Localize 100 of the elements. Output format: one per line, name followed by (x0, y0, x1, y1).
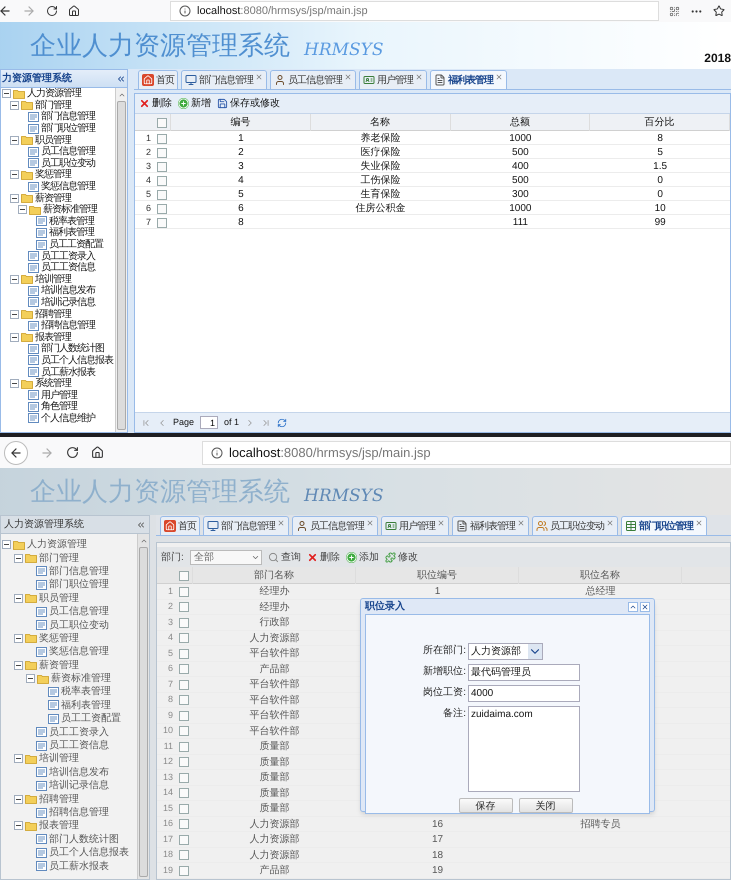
checkbox[interactable] (179, 742, 189, 752)
tree-item[interactable]: 培训记录信息 (41, 296, 95, 308)
tree-item[interactable]: 部门人数统计图 (41, 343, 104, 354)
tree-item[interactable]: 部门职位管理 (49, 579, 109, 590)
tree-item[interactable]: 用户管理 (41, 390, 77, 401)
checkbox[interactable] (179, 695, 189, 705)
checkbox[interactable] (179, 602, 189, 612)
collapse-icon[interactable] (116, 74, 126, 84)
collapse-icon[interactable] (2, 540, 11, 550)
collapse-icon[interactable] (14, 594, 23, 603)
checkbox[interactable] (179, 757, 189, 767)
checkbox[interactable] (179, 648, 189, 658)
tree-item[interactable]: 员工个人信息报表 (41, 354, 113, 366)
collapse-icon[interactable] (10, 310, 19, 319)
tree-item[interactable]: 部门信息管理 (49, 566, 109, 577)
checkbox[interactable] (179, 804, 189, 814)
tree-item[interactable]: 人力资源管理 (27, 88, 81, 100)
collapse-icon[interactable] (10, 170, 19, 180)
tree-item[interactable]: 奖惩信息管理 (49, 646, 109, 658)
department-select[interactable]: 人力资源部 (468, 643, 543, 660)
tree-item[interactable]: 职员管理 (39, 592, 79, 604)
dialog-button[interactable]: 关闭 (518, 798, 572, 813)
tree-item[interactable]: 薪资标准管理 (43, 204, 97, 216)
collapse-icon[interactable] (14, 794, 23, 804)
tree-item[interactable]: 报表管理 (35, 332, 71, 343)
close-icon[interactable] (695, 519, 703, 527)
tree-item[interactable]: 员工信息管理 (49, 606, 109, 618)
collapse-icon[interactable] (14, 660, 23, 670)
tab[interactable]: 部门职位管理 (621, 516, 707, 535)
tree-item[interactable]: 个人信息维护 (41, 412, 95, 424)
collapse-icon[interactable] (10, 379, 19, 388)
tree-item[interactable]: 招聘信息管理 (41, 320, 95, 332)
checkbox[interactable] (178, 570, 188, 580)
checkbox[interactable] (179, 834, 189, 844)
checkbox[interactable] (156, 118, 166, 128)
toolbar-button[interactable]: 删除 (306, 550, 340, 564)
last-page-icon[interactable] (261, 418, 272, 428)
tree-item[interactable]: 招聘管理 (39, 794, 79, 805)
column-header[interactable]: 名称 (310, 114, 450, 131)
checkbox[interactable] (157, 162, 167, 172)
toolbar-button[interactable]: 添加 (346, 550, 379, 564)
tree-item[interactable]: 薪资管理 (39, 660, 79, 671)
tab[interactable]: 福利表管理 (430, 70, 507, 89)
checkbox[interactable] (157, 148, 167, 158)
toolbar-button[interactable]: 修改 (384, 550, 418, 564)
tree-item[interactable]: 培训管理 (39, 753, 79, 764)
tree-item[interactable]: 部门职位管理 (41, 123, 95, 134)
scroll-up-icon[interactable] (140, 537, 148, 545)
checkbox[interactable] (157, 134, 167, 144)
url-field[interactable]: localhost:8080/hrmsys/jsp/main.jsp (202, 440, 731, 464)
checkbox[interactable] (179, 866, 189, 876)
tree-item[interactable]: 薪资管理 (35, 192, 71, 204)
tree-item[interactable]: 培训记录信息 (49, 780, 109, 792)
column-header[interactable]: 编号 (171, 114, 311, 131)
input-field[interactable]: 4000 (468, 685, 580, 702)
tree-item[interactable]: 员工薪水报表 (41, 366, 95, 378)
collapse-icon[interactable] (10, 194, 19, 203)
tree-item[interactable]: 员工工资配置 (61, 713, 121, 724)
column-header[interactable]: 部门名称 (193, 567, 356, 584)
checkbox[interactable] (179, 850, 189, 860)
checkbox[interactable] (157, 218, 167, 228)
toolbar-button[interactable]: 新增 (178, 96, 211, 111)
tree-item[interactable]: 员工个人信息报表 (49, 847, 129, 858)
tab[interactable]: 部门信息管理 (181, 70, 267, 89)
scrollbar[interactable] (137, 534, 149, 879)
page-field[interactable]: 1 (200, 416, 218, 429)
tab[interactable]: 部门信息管理 (203, 516, 289, 535)
toolbar-button[interactable]: 删除 (139, 96, 172, 111)
checkbox[interactable] (179, 710, 189, 720)
scrollbar[interactable] (115, 88, 127, 432)
tree-item[interactable]: 员工工资配置 (49, 239, 103, 250)
dialog-button[interactable]: 保存 (458, 798, 512, 813)
checkbox[interactable] (157, 204, 167, 214)
collapse-icon[interactable] (2, 89, 11, 98)
forward-icon[interactable] (22, 4, 36, 18)
checkbox[interactable] (179, 586, 189, 596)
tree-item[interactable]: 人力资源管理 (27, 539, 87, 550)
tab[interactable]: 用户管理 (381, 516, 449, 535)
collapse-icon[interactable] (14, 634, 23, 643)
tab[interactable]: 首页 (138, 70, 178, 89)
tree-item[interactable]: 招聘管理 (35, 308, 71, 320)
tree-item[interactable]: 员工工资信息 (41, 262, 95, 274)
toolbar-button[interactable]: 保存或修改 (217, 96, 280, 111)
collapse-icon[interactable] (14, 754, 23, 764)
url-field[interactable]: localhost:8080/hrmsys/jsp/main.jsp (170, 1, 659, 21)
tree-item[interactable]: 职员管理 (35, 134, 71, 146)
checkbox[interactable] (179, 680, 189, 690)
input-field[interactable]: 最代码管理员 (468, 664, 580, 681)
tree-item[interactable]: 奖惩管理 (35, 169, 71, 180)
tree-item[interactable]: 员工工资录入 (41, 250, 95, 262)
remarks-field[interactable]: zuidaima.com (468, 706, 580, 792)
tree-item[interactable]: 税率表管理 (61, 686, 111, 698)
tree-item[interactable]: 员工职位变动 (49, 620, 109, 631)
toolbar-button[interactable]: 查询 (268, 550, 301, 564)
tree-item[interactable]: 福利表管理 (61, 700, 111, 711)
checkbox[interactable] (179, 633, 189, 643)
qr-code-icon[interactable] (669, 6, 680, 16)
column-header[interactable]: 职位名称 (519, 567, 682, 584)
tree-item[interactable]: 部门管理 (35, 100, 71, 111)
collapse-icon[interactable] (10, 274, 19, 284)
